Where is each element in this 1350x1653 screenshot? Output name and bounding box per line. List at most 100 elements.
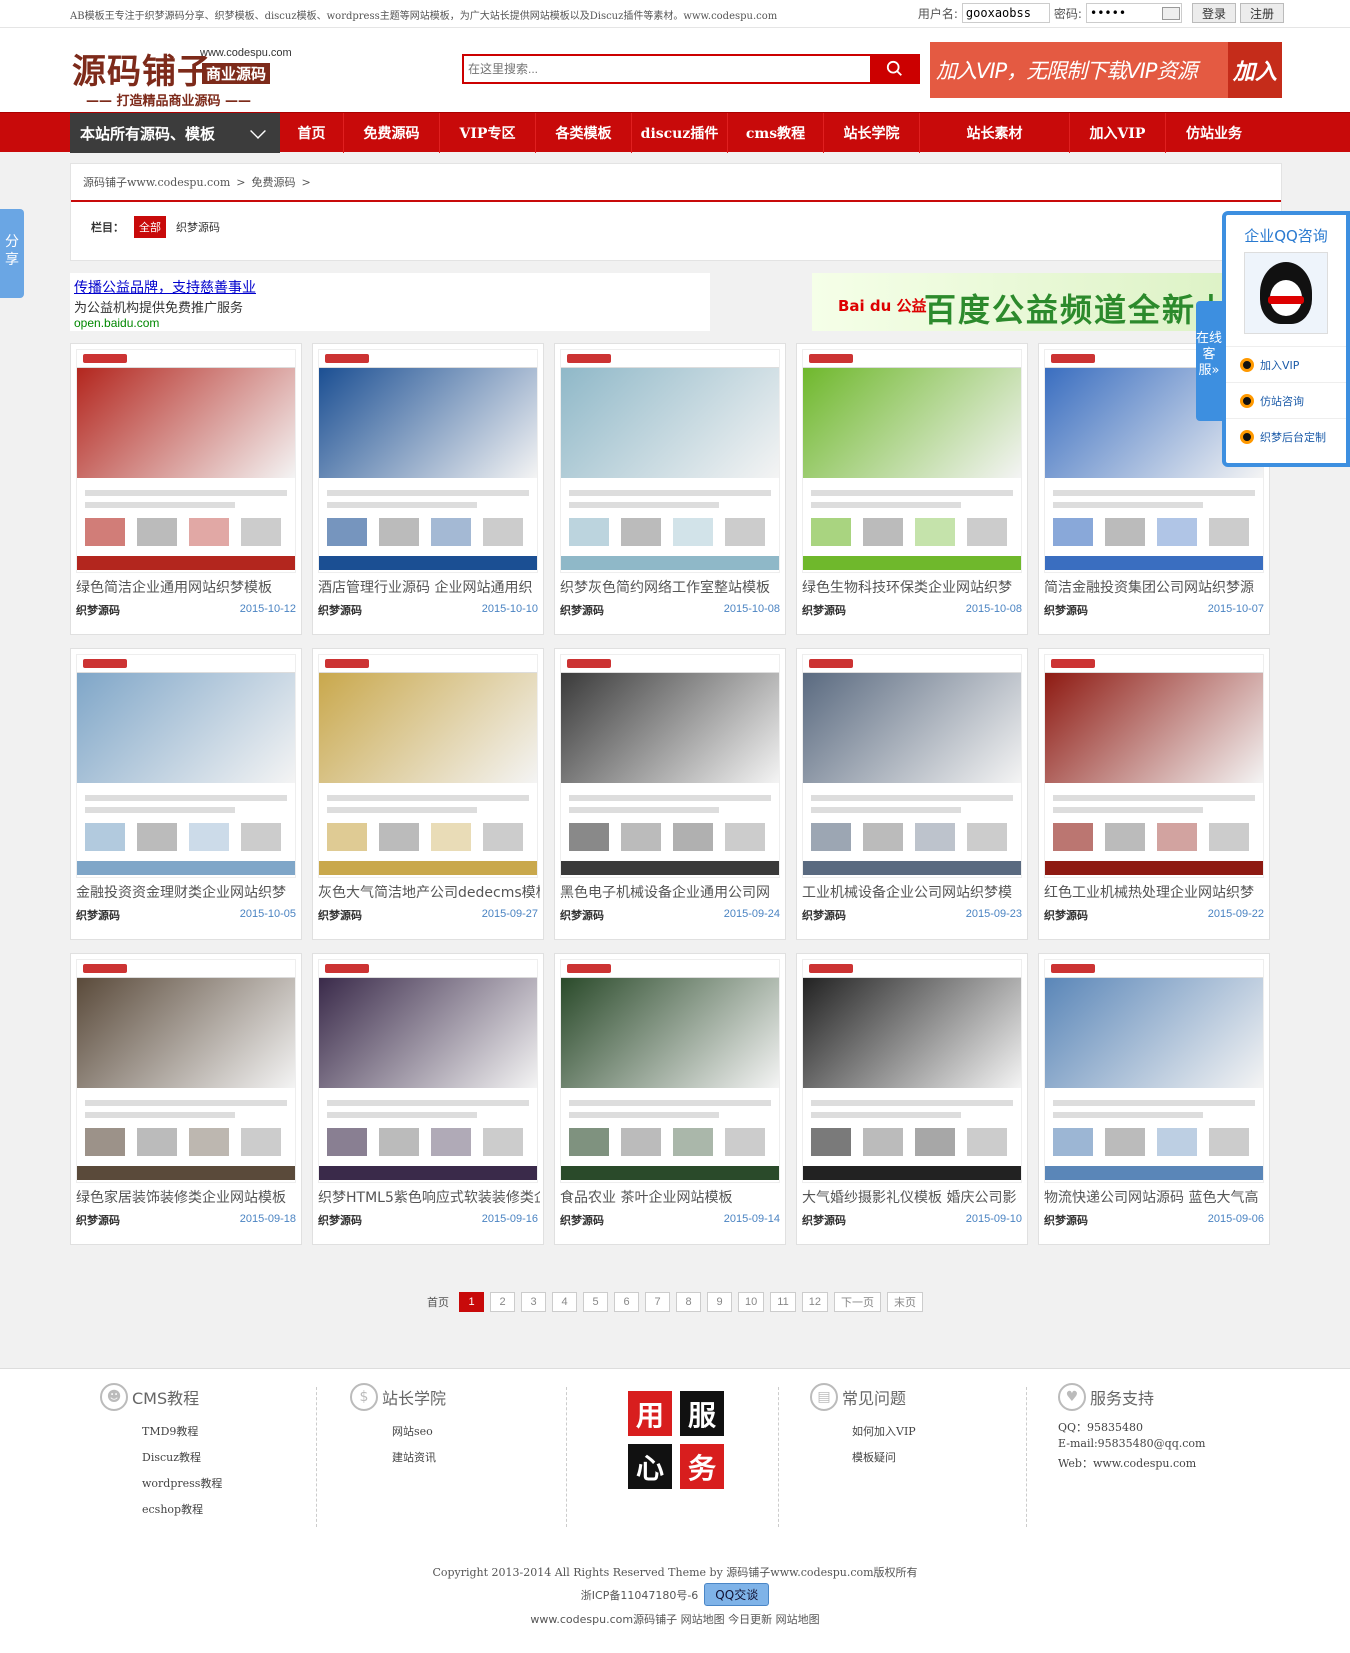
template-thumbnail[interactable] [802,349,1022,573]
pager-page[interactable]: 10 [738,1292,765,1312]
template-thumbnail[interactable] [318,959,538,1183]
template-card[interactable]: 织梦灰色简约网络工作室整站模板 织梦源码 2015-10-08 [554,343,786,635]
template-thumbnail[interactable] [560,959,780,1183]
template-category[interactable]: 织梦源码 [318,907,362,923]
pager-page[interactable]: 6 [614,1292,640,1312]
pager-last[interactable]: 末页 [886,1292,923,1312]
pager-first[interactable]: 首页 [427,1294,449,1310]
template-title[interactable]: 物流快递公司网站源码 蓝色大气高 [1044,1187,1266,1207]
nav-item-home[interactable]: 首页 [280,113,344,153]
template-card[interactable]: 酒店管理行业源码 企业网站通用织 织梦源码 2015-10-10 [312,343,544,635]
pager-page[interactable]: 4 [552,1292,578,1312]
search-button[interactable] [870,54,920,84]
template-title[interactable]: 织梦HTML5紫色响应式软装装修类企 [318,1187,540,1207]
nav-item-discuz-plugins[interactable]: discuz插件 [632,113,728,153]
breadcrumb-home[interactable]: 源码铺子www.codespu.com [83,174,230,190]
template-title[interactable]: 简洁金融投资集团公司网站织梦源 [1044,577,1266,597]
template-card[interactable]: 织梦HTML5紫色响应式软装装修类企 织梦源码 2015-09-16 [312,953,544,1245]
template-card[interactable]: 大气婚纱摄影礼仪模板 婚庆公司影 织梦源码 2015-09-10 [796,953,1028,1245]
template-card[interactable]: 绿色生物科技环保类企业网站织梦 织梦源码 2015-10-08 [796,343,1028,635]
template-category[interactable]: 织梦源码 [76,1212,120,1228]
template-title[interactable]: 绿色家居装饰装修类企业网站模板 [76,1187,298,1207]
template-card[interactable]: 金融投资资金理财类企业网站织梦 织梦源码 2015-10-05 [70,648,302,940]
nav-item-cms-tutorials[interactable]: cms教程 [728,113,824,153]
username-input[interactable] [961,3,1050,23]
qq-item-join-vip[interactable]: 加入VIP [1226,346,1346,382]
template-card[interactable]: 工业机械设备企业公司网站织梦模 织梦源码 2015-09-23 [796,648,1028,940]
search-input[interactable] [462,54,870,84]
template-category[interactable]: 织梦源码 [318,1212,362,1228]
template-thumbnail[interactable] [1044,654,1264,878]
footer-links[interactable]: www.codespu.com源码铺子 网站地图 今日更新 网站地图 [0,1611,1350,1627]
template-title[interactable]: 大气婚纱摄影礼仪模板 婚庆公司影 [802,1187,1024,1207]
nav-item-join-vip[interactable]: 加入VIP [1070,113,1166,153]
pager-page[interactable]: 5 [583,1292,609,1312]
template-title[interactable]: 食品农业 茶叶企业网站模板 [560,1187,782,1207]
template-title[interactable]: 金融投资资金理财类企业网站织梦 [76,882,298,902]
nav-item-webmaster-academy[interactable]: 站长学院 [824,113,920,153]
template-category[interactable]: 织梦源码 [1044,907,1088,923]
template-thumbnail[interactable] [318,349,538,573]
pager-page[interactable]: 9 [707,1292,733,1312]
template-thumbnail[interactable] [560,654,780,878]
template-category[interactable]: 织梦源码 [802,1212,846,1228]
qq-chat-button[interactable]: QQ交谈 [704,1583,770,1606]
nav-item-templates[interactable]: 各类模板 [536,113,632,153]
pager-page-current[interactable]: 1 [459,1292,485,1312]
template-thumbnail[interactable] [802,959,1022,1183]
nav-item-vip-zone[interactable]: VIP专区 [440,113,536,153]
template-thumbnail[interactable] [318,654,538,878]
qq-avatar[interactable] [1244,252,1328,334]
pager-page[interactable]: 3 [521,1292,547,1312]
ad-headline[interactable]: 传播公益品牌，支持慈善事业 [74,277,706,297]
template-thumbnail[interactable] [76,959,296,1183]
footer-link[interactable]: 模板疑问 [852,1449,916,1475]
template-category[interactable]: 织梦源码 [76,602,120,618]
nav-item-webmaster-assets[interactable]: 站长素材 [920,113,1070,153]
pager-page[interactable]: 12 [801,1292,828,1312]
text-ad[interactable]: 传播公益品牌，支持慈善事业 为公益机构提供免费推广服务 open.baidu.c… [70,273,710,331]
template-title[interactable]: 工业机械设备企业公司网站织梦模 [802,882,1024,902]
template-title[interactable]: 绿色简洁企业通用网站织梦模板 [76,577,298,597]
template-category[interactable]: 织梦源码 [802,907,846,923]
pager-next[interactable]: 下一页 [833,1292,881,1312]
template-title[interactable]: 酒店管理行业源码 企业网站通用织 [318,577,540,597]
template-card[interactable]: 黑色电子机械设备企业通用公司网 织梦源码 2015-09-24 [554,648,786,940]
vip-banner[interactable]: 加入VIP，无限制下载VIP资源 加入 [930,42,1282,98]
template-title[interactable]: 红色工业机械热处理企业网站织梦 [1044,882,1266,902]
template-thumbnail[interactable] [1044,959,1264,1183]
filter-dedecms[interactable]: 织梦源码 [176,219,220,235]
template-thumbnail[interactable] [76,349,296,573]
template-card[interactable]: 红色工业机械热处理企业网站织梦 织梦源码 2015-09-22 [1038,648,1270,940]
keyboard-icon[interactable] [1161,6,1180,20]
breadcrumb-free-source[interactable]: 免费源码 [251,174,295,190]
template-category[interactable]: 织梦源码 [560,602,604,618]
pager-page[interactable]: 7 [645,1292,671,1312]
icp-number[interactable]: 浙ICP备11047180号-6 [581,1589,699,1602]
nav-item-clone-service[interactable]: 仿站业务 [1166,113,1262,153]
template-category[interactable]: 织梦源码 [318,602,362,618]
template-category[interactable]: 织梦源码 [560,1212,604,1228]
template-title[interactable]: 织梦灰色简约网络工作室整站模板 [560,577,782,597]
support-web[interactable]: Web：www.codespu.com [1058,1455,1205,1473]
template-category[interactable]: 织梦源码 [802,602,846,618]
footer-link[interactable]: 网站seo [392,1423,446,1449]
banner-ad[interactable]: Bai du 公益 百度公益频道全新上 [812,273,1232,331]
template-category[interactable]: 织梦源码 [1044,602,1088,618]
qq-item-clone-consult[interactable]: 仿站咨询 [1226,382,1346,418]
online-service-tab[interactable]: 在线客服» [1196,301,1222,421]
footer-link[interactable]: ecshop教程 [142,1501,222,1527]
template-card[interactable]: 绿色家居装饰装修类企业网站模板 织梦源码 2015-09-18 [70,953,302,1245]
template-card[interactable]: 绿色简洁企业通用网站织梦模板 织梦源码 2015-10-12 [70,343,302,635]
footer-link[interactable]: 如何加入VIP [852,1423,916,1449]
footer-link[interactable]: TMD9教程 [142,1423,222,1449]
share-tab[interactable]: 分享 [0,209,24,298]
template-card[interactable]: 物流快递公司网站源码 蓝色大气高 织梦源码 2015-09-06 [1038,953,1270,1245]
qq-item-backend-custom[interactable]: 织梦后台定制 [1226,418,1346,454]
template-category[interactable]: 织梦源码 [76,907,120,923]
template-title[interactable]: 绿色生物科技环保类企业网站织梦 [802,577,1024,597]
filter-all[interactable]: 全部 [134,216,166,238]
template-title[interactable]: 黑色电子机械设备企业通用公司网 [560,882,782,902]
pager-page[interactable]: 11 [770,1292,796,1312]
footer-link[interactable]: wordpress教程 [142,1475,222,1501]
